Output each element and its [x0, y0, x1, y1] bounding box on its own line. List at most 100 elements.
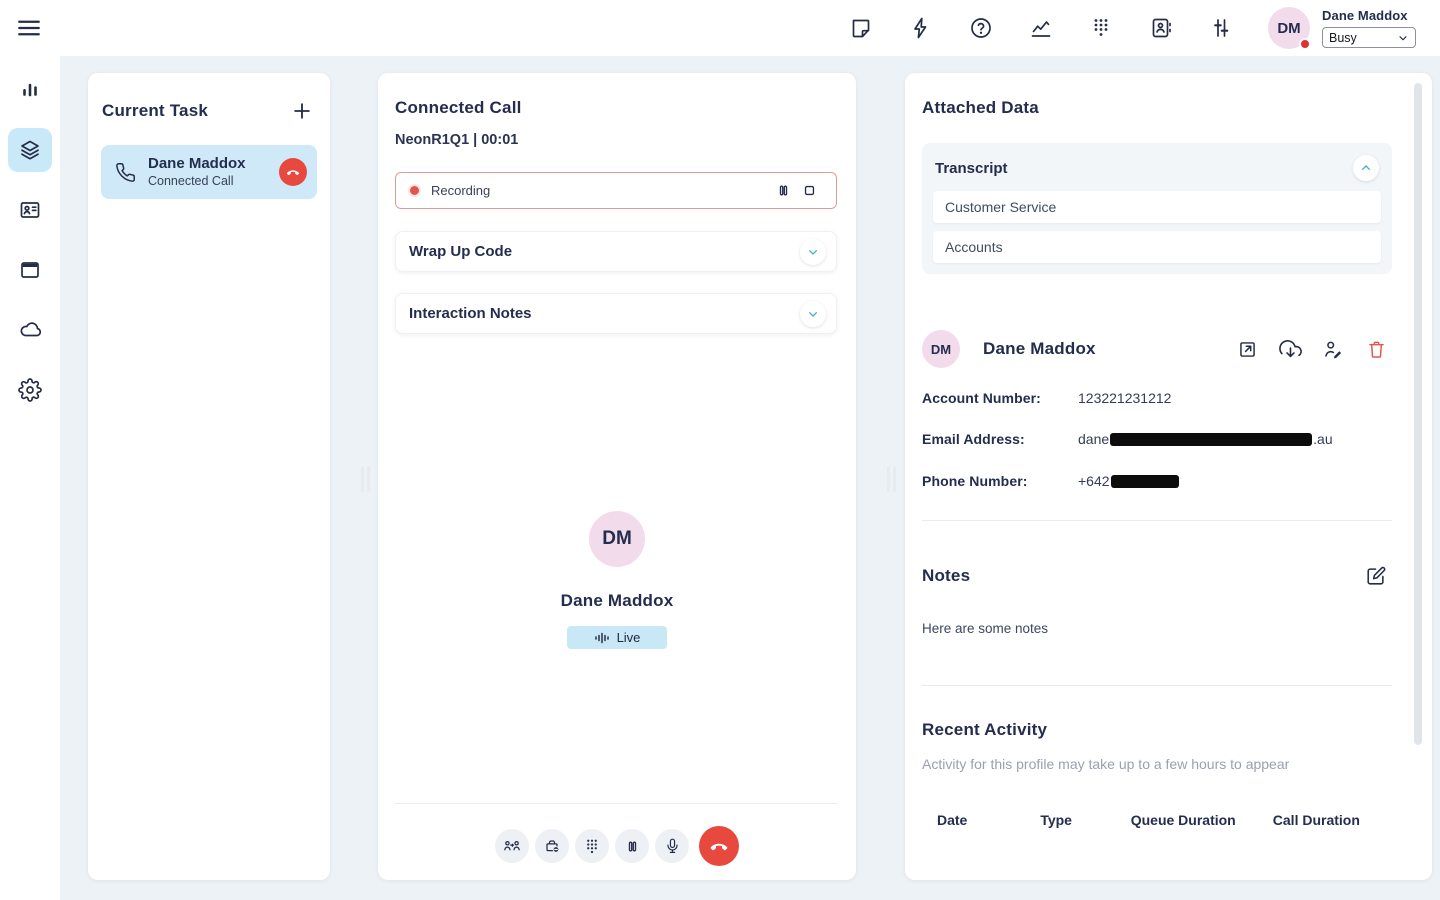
open-in-new-icon — [1237, 339, 1258, 360]
recent-activity-subtitle: Activity for this profile may take up to… — [922, 756, 1289, 772]
cloud-icon — [18, 318, 42, 342]
contact-name: Dane Maddox — [983, 339, 1231, 359]
collapse-transcript-button[interactable] — [1353, 155, 1379, 181]
stop-icon — [800, 181, 819, 200]
dialpad-icon[interactable] — [1081, 8, 1121, 48]
open-profile-button[interactable] — [1231, 333, 1263, 365]
current-task-panel: Current Task Dane Maddox Connected Call — [88, 73, 330, 880]
sidebar-item-settings[interactable] — [8, 368, 52, 412]
notes-content: Here are some notes — [922, 621, 1048, 636]
recording-dot — [410, 186, 419, 195]
mic-icon — [663, 837, 682, 856]
hold-button[interactable] — [615, 829, 649, 863]
bot-button[interactable] — [535, 829, 569, 863]
call-contact-block: DM Dane Maddox Live — [378, 511, 856, 649]
recent-activity-title: Recent Activity — [922, 720, 1047, 740]
transcript-item: Accounts — [933, 231, 1381, 263]
plus-icon — [291, 100, 313, 122]
download-profile-button[interactable] — [1274, 333, 1306, 365]
stop-recording-button[interactable] — [796, 178, 822, 204]
dialpad-icon — [583, 837, 601, 855]
notes-title: Notes — [922, 566, 970, 586]
contacts-icon[interactable] — [1141, 8, 1181, 48]
task-card[interactable]: Dane Maddox Connected Call — [101, 145, 317, 199]
avatar-initials: DM — [1277, 20, 1300, 37]
phone-prefix: +642 — [1078, 473, 1110, 489]
bot-icon — [542, 836, 562, 856]
status-select[interactable]: Busy — [1322, 27, 1416, 48]
cloud-download-icon — [1279, 338, 1302, 361]
redaction-bar — [1110, 433, 1312, 446]
column-header-call-duration: Call Duration — [1273, 808, 1392, 832]
transfer-icon — [502, 836, 522, 856]
sidebar-item-tasks[interactable] — [8, 128, 52, 172]
pause-icon — [623, 837, 642, 856]
chevron-down-icon — [800, 239, 826, 265]
interaction-notes-accordion[interactable]: Interaction Notes — [395, 293, 837, 334]
add-task-button[interactable] — [288, 97, 316, 125]
avatar-initials: DM — [602, 528, 632, 550]
recording-label: Recording — [431, 183, 770, 198]
contact-header-row: DM Dane Maddox — [922, 329, 1392, 369]
call-queue-and-timer: NeonR1Q1 | 00:01 — [395, 132, 518, 148]
sidebar-item-apps[interactable] — [8, 248, 52, 292]
transfer-button[interactable] — [495, 829, 529, 863]
edit-contact-button[interactable] — [1317, 333, 1349, 365]
chevron-down-icon — [1397, 32, 1409, 44]
field-value: +642 — [1078, 473, 1180, 489]
avatar-initials: DM — [931, 342, 951, 357]
dialpad-button[interactable] — [575, 829, 609, 863]
field-value: 123221231212 — [1078, 390, 1171, 406]
edit-icon — [1365, 565, 1387, 587]
recording-bar: Recording — [395, 172, 837, 209]
phone-icon — [115, 162, 136, 183]
busy-status-dot — [1299, 38, 1311, 50]
contact-actions — [1231, 333, 1392, 365]
end-call-button[interactable] — [699, 826, 739, 866]
chart-icon[interactable] — [1021, 8, 1061, 48]
user-name: Dane Maddox — [1322, 8, 1422, 23]
attached-data-title: Attached Data — [922, 98, 1039, 118]
wrap-up-code-accordion[interactable]: Wrap Up Code — [395, 231, 837, 272]
task-type-label: Connected Call — [148, 173, 279, 189]
task-card-text: Dane Maddox Connected Call — [148, 155, 279, 189]
divider — [395, 803, 837, 804]
scrollbar-thumb[interactable] — [1414, 83, 1422, 745]
top-bar: DM Dane Maddox Busy — [0, 0, 1440, 56]
field-label: Phone Number: — [922, 473, 1078, 489]
edit-notes-button[interactable] — [1360, 560, 1392, 592]
sidebar-item-cloud[interactable] — [8, 308, 52, 352]
task-contact-name: Dane Maddox — [148, 155, 279, 173]
chevron-up-icon — [1358, 160, 1374, 176]
column-header-queue-duration: Queue Duration — [1131, 808, 1273, 832]
phone-number-row: Phone Number: +642 — [922, 473, 1392, 489]
sidebar-item-metrics[interactable] — [8, 68, 52, 112]
field-label: Email Address: — [922, 431, 1078, 447]
waveform-icon — [594, 631, 610, 645]
panel-resize-handle-left[interactable] — [361, 466, 373, 492]
redaction-bar — [1111, 475, 1179, 488]
call-contact-avatar: DM — [589, 511, 645, 567]
transcript-item: Customer Service — [933, 191, 1381, 223]
pause-recording-button[interactable] — [770, 178, 796, 204]
delete-contact-button[interactable] — [1360, 333, 1392, 365]
left-nav-rail — [0, 56, 60, 900]
notes-header: Notes — [922, 560, 1392, 592]
end-task-call-button[interactable] — [279, 158, 307, 186]
panel-resize-handle-right[interactable] — [887, 466, 899, 492]
divider — [922, 685, 1392, 686]
email-suffix: .au — [1313, 431, 1332, 447]
sliders-icon[interactable] — [1201, 8, 1241, 48]
note-icon[interactable] — [841, 8, 881, 48]
field-label: Account Number: — [922, 390, 1078, 406]
transcript-title: Transcript — [935, 160, 1008, 177]
email-prefix: dane — [1078, 431, 1109, 447]
mute-button[interactable] — [655, 829, 689, 863]
sidebar-item-contacts[interactable] — [8, 188, 52, 232]
help-icon[interactable] — [961, 8, 1001, 48]
delete-icon — [1366, 339, 1387, 360]
user-avatar[interactable]: DM — [1268, 7, 1310, 49]
lightning-icon[interactable] — [901, 8, 941, 48]
hamburger-menu-icon[interactable] — [16, 14, 44, 42]
agent-workspace: DM Dane Maddox Busy — [0, 0, 1440, 900]
